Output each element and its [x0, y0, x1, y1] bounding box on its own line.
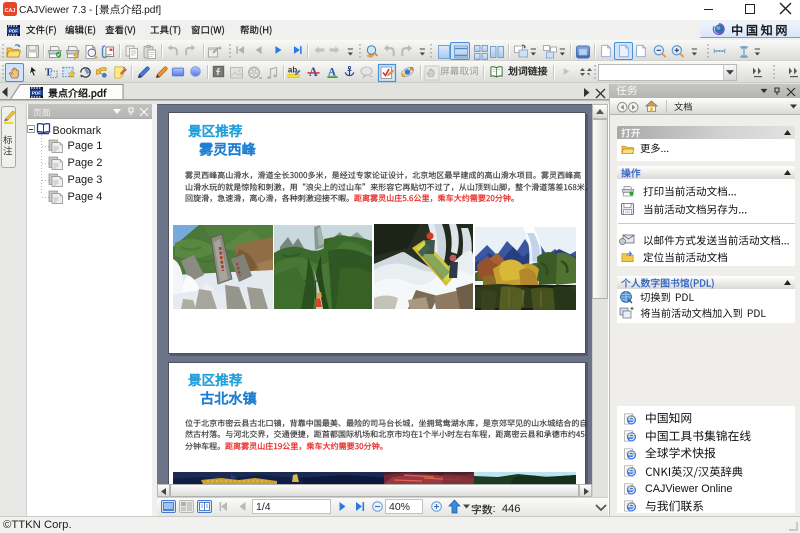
svg-text:CAJ: CAJ: [5, 8, 16, 14]
svg-text:PDF: PDF: [9, 29, 18, 34]
svg-text:PDF: PDF: [32, 90, 41, 95]
